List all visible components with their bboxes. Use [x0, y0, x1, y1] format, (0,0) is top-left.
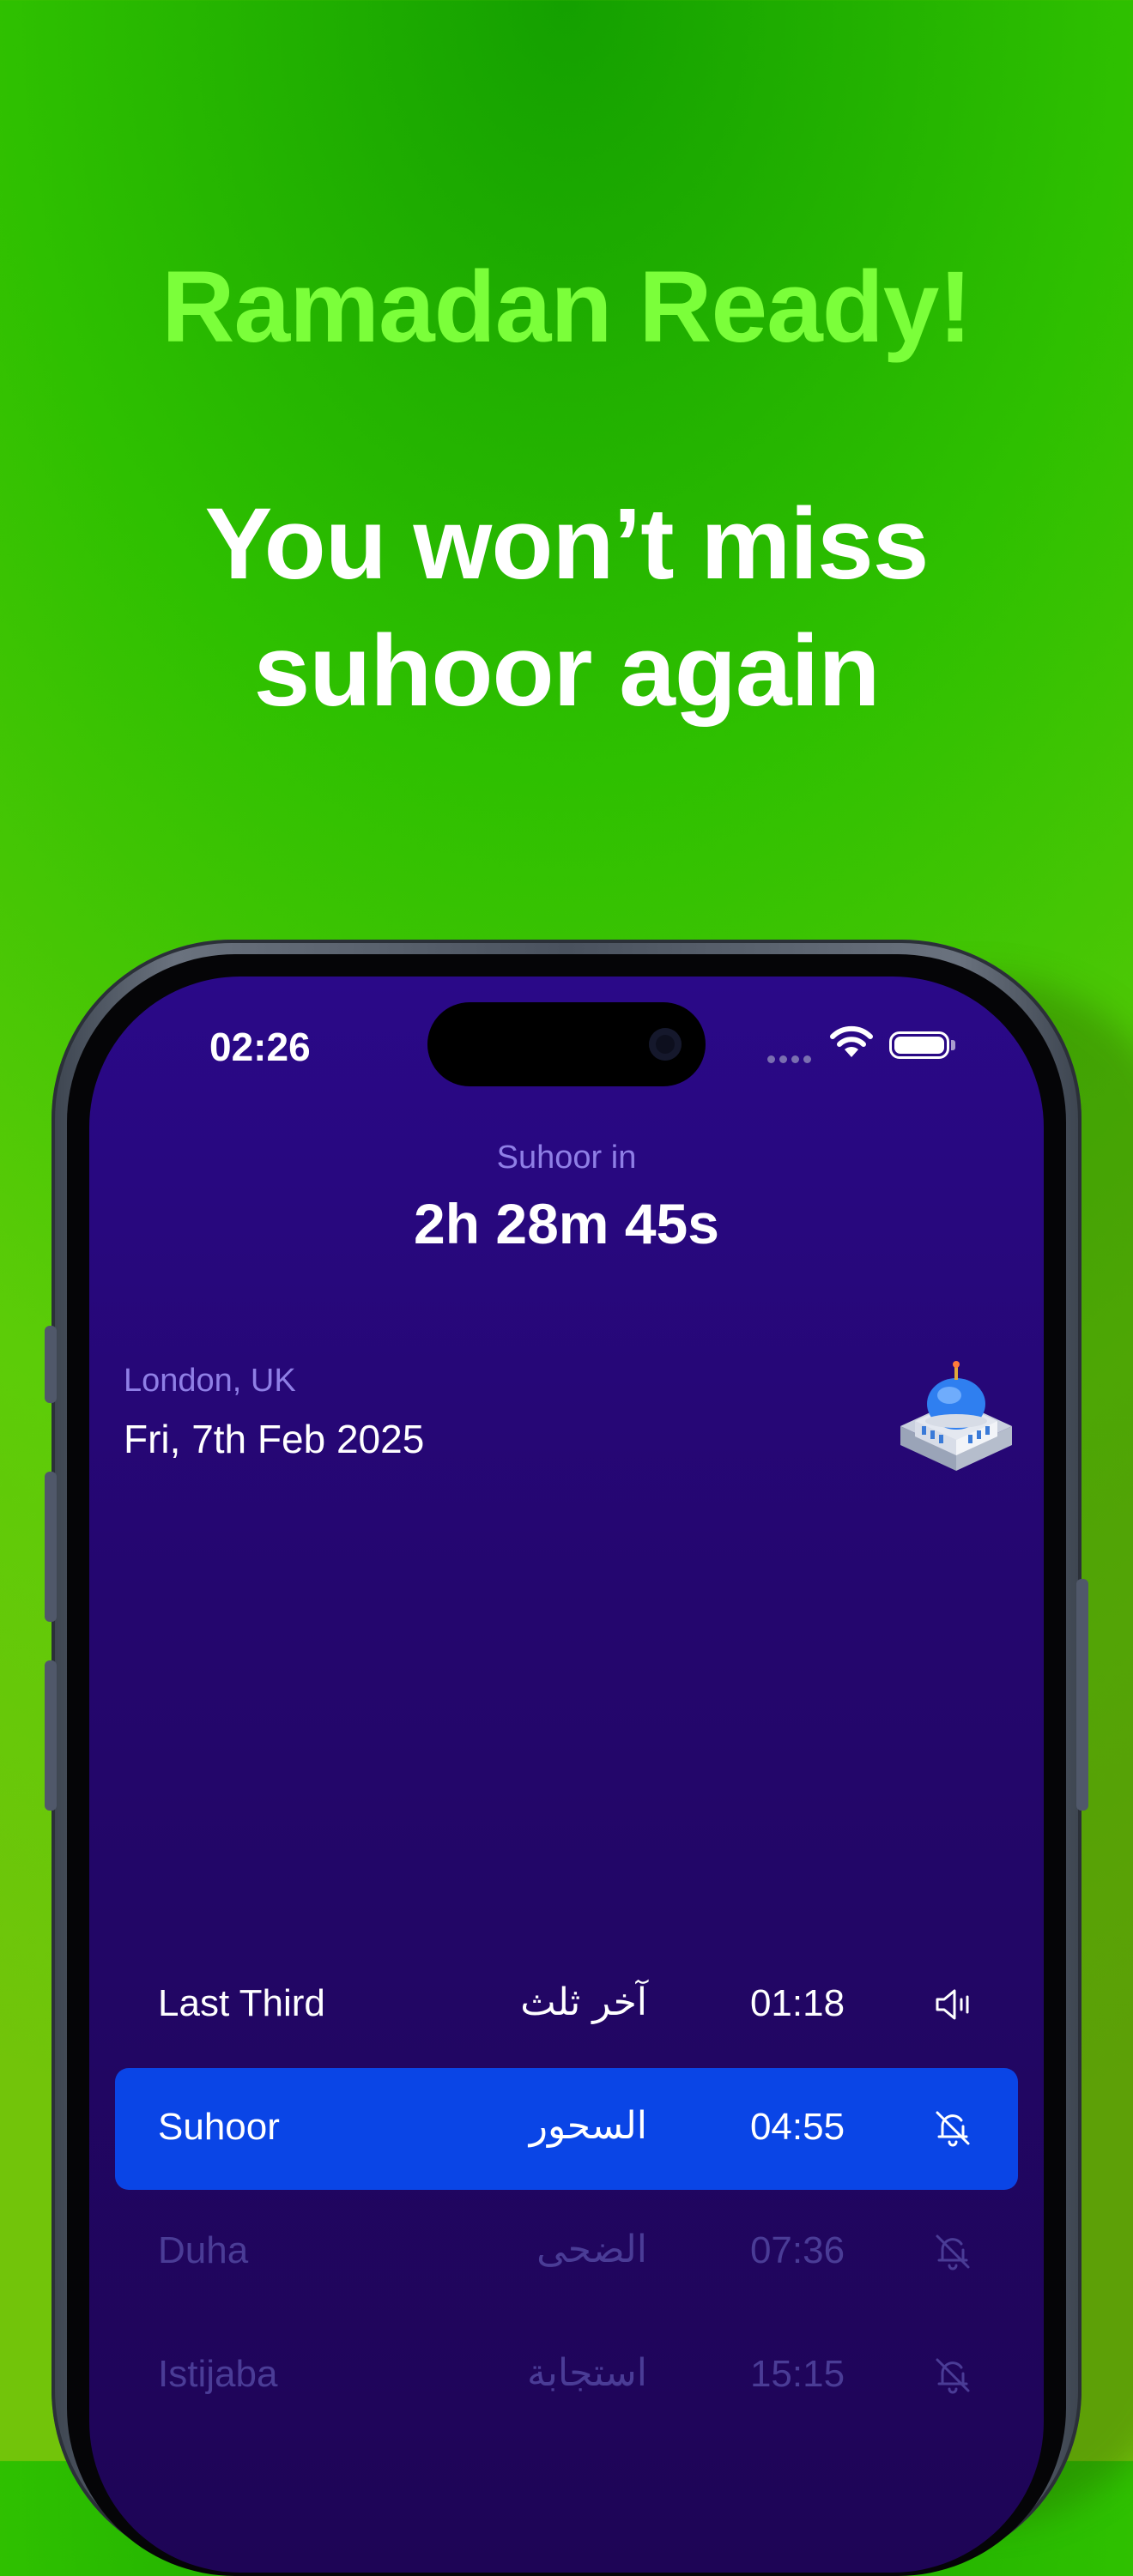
bell-off-icon[interactable]	[932, 2355, 973, 2396]
status-bar-time: 02:26	[209, 1025, 311, 1069]
prayer-row-duha[interactable]: Duha الضحى 07:36	[115, 2192, 1018, 2313]
phone-action-button	[45, 1326, 57, 1403]
promo-headline: Ramadan Ready!	[161, 251, 972, 364]
battery-cap	[951, 1040, 955, 1050]
speaker-icon[interactable]	[932, 1984, 973, 2025]
prayer-arabic-name: آخر ثلث	[520, 1980, 647, 2024]
bell-off-icon[interactable]	[932, 2231, 973, 2272]
mosque-icon	[900, 1361, 1012, 1471]
front-camera-icon	[649, 1028, 682, 1061]
phone-volume-up-button	[45, 1472, 57, 1622]
wifi-icon	[830, 1025, 873, 1057]
prayer-time: 01:18	[749, 1982, 845, 2024]
prayer-row-last-third[interactable]: Last Third آخر ثلث 01:18	[115, 1944, 1018, 2066]
prayer-row-suhoor[interactable]: Suhoor السحور 04:55	[115, 2068, 1018, 2190]
dynamic-island	[427, 1002, 706, 1086]
location-label[interactable]: London, UK	[124, 1363, 296, 1400]
promo-subhead-line-2: suhoor again	[253, 614, 881, 728]
prayer-name: Last Third	[158, 1982, 325, 2024]
countdown-timer: 2h 28m 45s	[414, 1192, 719, 1255]
prayer-time: 04:55	[749, 2106, 845, 2148]
cellular-signal-icon	[767, 1052, 815, 1067]
prayer-name: Duha	[158, 2229, 249, 2271]
prayer-row-istijaba[interactable]: Istijaba استجابة 15:15	[115, 2315, 1018, 2437]
prayer-name: Istijaba	[158, 2353, 278, 2395]
prayer-time: 15:15	[749, 2353, 845, 2395]
countdown-label: Suhoor in	[496, 1140, 637, 1176]
prayer-arabic-name: الضحى	[536, 2228, 647, 2271]
promo-subheadline: You won’t miss suhoor again	[0, 481, 1133, 735]
bell-off-icon[interactable]	[932, 2107, 973, 2149]
date-label: Fri, 7th Feb 2025	[124, 1417, 425, 1461]
prayer-arabic-name: استجابة	[526, 2351, 647, 2395]
prayer-name: Suhoor	[158, 2106, 280, 2148]
battery-icon	[889, 1031, 949, 1059]
phone-screen: 02:26 Suhoor in 2h 28m 45s London, UK Fr…	[89, 977, 1044, 2573]
phone-power-button	[1076, 1579, 1088, 1811]
prayer-time: 07:36	[749, 2229, 845, 2271]
phone-volume-down-button	[45, 1660, 57, 1811]
prayer-arabic-name: السحور	[529, 2104, 647, 2148]
promo-subhead-line-1: You won’t miss	[204, 487, 930, 601]
